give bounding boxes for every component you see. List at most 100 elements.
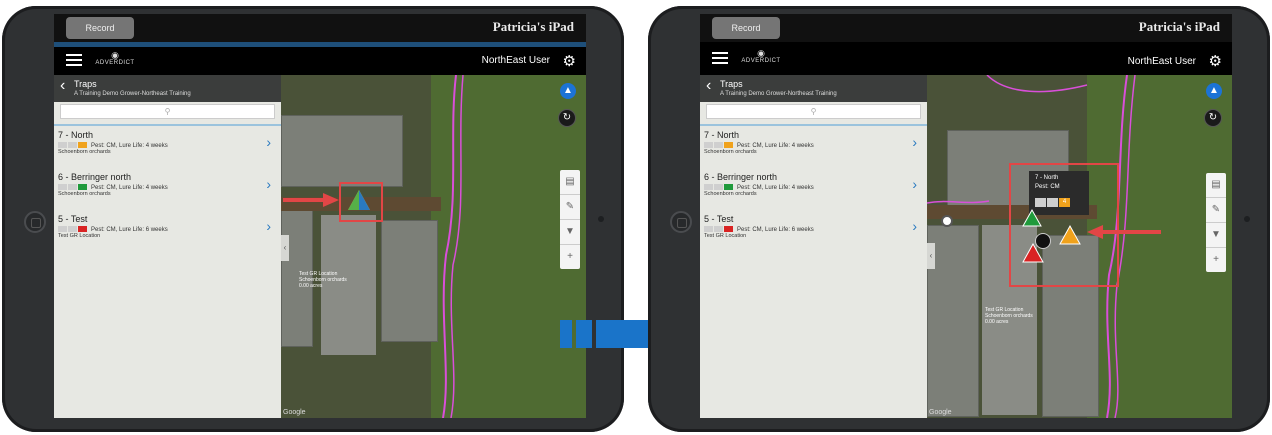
trap-name: 6 - Berringer north: [58, 172, 132, 182]
trap-location: Schoenborn orchards: [704, 190, 757, 197]
map-toolbar: ▤ ✎ ▼ +: [1206, 173, 1226, 272]
plus-icon[interactable]: +: [1206, 248, 1226, 272]
logo-mark-icon: ◉: [111, 50, 119, 60]
hamburger-icon[interactable]: [712, 52, 728, 65]
map-label: Test GR Location Schoenborn orchards 0.00 …: [985, 307, 1033, 325]
panel-header: ‹ Traps A Training Demo Grower-Northeast…: [700, 75, 927, 102]
trap-meta: Pest: CM, Lure Life: 4 weeks: [704, 142, 927, 149]
brand-logo: ◉ ADVERDICT: [90, 50, 140, 66]
bar-chart-icon[interactable]: ▤: [1206, 173, 1226, 198]
list-item[interactable]: 7 - North Pest: CM, Lure Life: 4 weeks S…: [54, 126, 281, 168]
search-icon: ⚲: [810, 107, 817, 116]
panel-title: Traps: [720, 79, 743, 89]
trap-location: Schoenborn orchards: [704, 148, 757, 155]
trap-marker-orange-icon[interactable]: [1059, 225, 1081, 245]
gear-icon[interactable]: ⚙: [563, 52, 576, 70]
satellite-map[interactable]: ▲ ↻ ▤ ✎ ▼ + 7 - North Pest: CM 4 Test GR…: [927, 75, 1232, 418]
status-bar: Record Patricia's iPad: [700, 14, 1232, 42]
google-logo: Google: [283, 409, 306, 416]
trap-marker-red-icon[interactable]: [1022, 243, 1044, 263]
chevron-right-icon[interactable]: ›: [266, 218, 271, 234]
search-input[interactable]: ⚲: [706, 104, 921, 119]
device-name: Patricia's iPad: [1138, 19, 1220, 34]
map-toolbar: ▤ ✎ ▼ +: [560, 170, 580, 269]
collapse-handle[interactable]: ‹: [927, 243, 935, 269]
record-button[interactable]: Record: [66, 17, 134, 39]
hamburger-icon[interactable]: [66, 54, 82, 67]
refresh-icon[interactable]: ↻: [1204, 109, 1222, 127]
satellite-map[interactable]: Test GR Location Schoenborn orchards 0.00 …: [281, 75, 586, 418]
list-item[interactable]: 7 - North Pest: CM, Lure Life: 4 weeks S…: [700, 126, 927, 168]
gear-icon[interactable]: ⚙: [1209, 52, 1222, 70]
search-input[interactable]: ⚲: [60, 104, 275, 119]
list-item[interactable]: 5 - Test Pest: CM, Lure Life: 6 weeks Te…: [54, 210, 281, 252]
record-label: Record: [731, 23, 761, 33]
filter-icon[interactable]: ▼: [1206, 223, 1226, 248]
chevron-left-icon[interactable]: ‹: [60, 78, 65, 94]
trap-meta: Pest: CM, Lure Life: 4 weeks: [58, 142, 281, 149]
device-name: Patricia's iPad: [492, 19, 574, 34]
trap-meta: Pest: CM, Lure Life: 6 weeks: [58, 226, 281, 233]
boundary-lines: [442, 75, 464, 418]
home-button[interactable]: [24, 211, 46, 233]
popup-title: 7 - North: [1035, 175, 1059, 181]
navigation-icon[interactable]: ▲: [1206, 83, 1222, 99]
edit-icon[interactable]: ✎: [560, 195, 580, 220]
trap-info: Pest: CM, Lure Life: 4 weeks: [91, 184, 168, 191]
trap-location: Schoenborn orchards: [58, 190, 111, 197]
brand-text: ADVERDICT: [741, 58, 781, 64]
trap-marker-green-icon[interactable]: [1022, 209, 1042, 227]
brand-logo: ◉ ADVERDICT: [736, 48, 786, 64]
collapse-handle[interactable]: ‹: [281, 235, 289, 261]
trap-info: Pest: CM, Lure Life: 4 weeks: [91, 142, 168, 149]
pointer-arrow-icon: [283, 193, 339, 207]
trap-meta: Pest: CM, Lure Life: 4 weeks: [58, 184, 281, 191]
edit-icon[interactable]: ✎: [1206, 198, 1226, 223]
home-button[interactable]: [670, 211, 692, 233]
navigation-icon[interactable]: ▲: [560, 83, 576, 99]
traps-panel: ‹ Traps A Training Demo Grower-Northeast…: [54, 75, 281, 418]
popup-badges: 4: [1035, 194, 1089, 212]
nav-bar: ◉ ADVERDICT NorthEast User ⚙: [700, 42, 1232, 75]
list-item[interactable]: 5 - Test Pest: CM, Lure Life: 6 weeks Te…: [700, 210, 927, 252]
trap-location: Test GR Location: [704, 232, 747, 239]
search-icon: ⚲: [164, 107, 171, 116]
chevron-right-icon[interactable]: ›: [912, 218, 917, 234]
trap-info: Pest: CM, Lure Life: 4 weeks: [737, 184, 814, 191]
filter-icon[interactable]: ▼: [560, 220, 580, 245]
ipad-frame-left: Record Patricia's iPad ◉ ADVERDICT NorthE…: [2, 6, 624, 432]
trap-name: 5 - Test: [704, 214, 734, 224]
map-label: Test GR Location Schoenborn orchards 0.00 …: [299, 271, 347, 289]
logo-mark-icon: ◉: [757, 48, 765, 58]
nav-bar: ◉ ADVERDICT NorthEast User ⚙: [54, 47, 586, 75]
record-button[interactable]: Record: [712, 17, 780, 39]
panel-subtitle: A Training Demo Grower-Northeast Trainin…: [74, 91, 191, 97]
chevron-left-icon[interactable]: ‹: [706, 78, 711, 94]
trap-meta: Pest: CM, Lure Life: 6 weeks: [704, 226, 927, 233]
status-bar: Record Patricia's iPad: [54, 14, 586, 42]
pointer-arrow-icon: [1087, 225, 1161, 239]
list-item[interactable]: 6 - Berringer north Pest: CM, Lure Life:…: [54, 168, 281, 210]
chevron-right-icon[interactable]: ›: [266, 134, 271, 150]
map-pin-icon[interactable]: [941, 215, 953, 227]
screen-right: Record Patricia's iPad ◉ ADVERDICT NorthE…: [700, 14, 1232, 418]
google-logo: Google: [929, 409, 952, 416]
trap-name: 6 - Berringer north: [704, 172, 778, 182]
chevron-right-icon[interactable]: ›: [266, 176, 271, 192]
trap-name: 7 - North: [58, 130, 94, 140]
trap-meta: Pest: CM, Lure Life: 4 weeks: [704, 184, 927, 191]
record-label: Record: [85, 23, 115, 33]
bar-chart-icon[interactable]: ▤: [560, 170, 580, 195]
camera: [598, 216, 604, 222]
chevron-right-icon[interactable]: ›: [912, 134, 917, 150]
trap-marker-icon[interactable]: [347, 189, 371, 211]
trap-info: Pest: CM, Lure Life: 6 weeks: [91, 226, 168, 233]
popup-pest: Pest: CM: [1035, 184, 1060, 190]
popup-badge: 4: [1059, 198, 1070, 208]
trap-name: 7 - North: [704, 130, 740, 140]
camera: [1244, 216, 1250, 222]
plus-icon[interactable]: +: [560, 245, 580, 269]
refresh-icon[interactable]: ↻: [558, 109, 576, 127]
chevron-right-icon[interactable]: ›: [912, 176, 917, 192]
list-item[interactable]: 6 - Berringer north Pest: CM, Lure Life:…: [700, 168, 927, 210]
